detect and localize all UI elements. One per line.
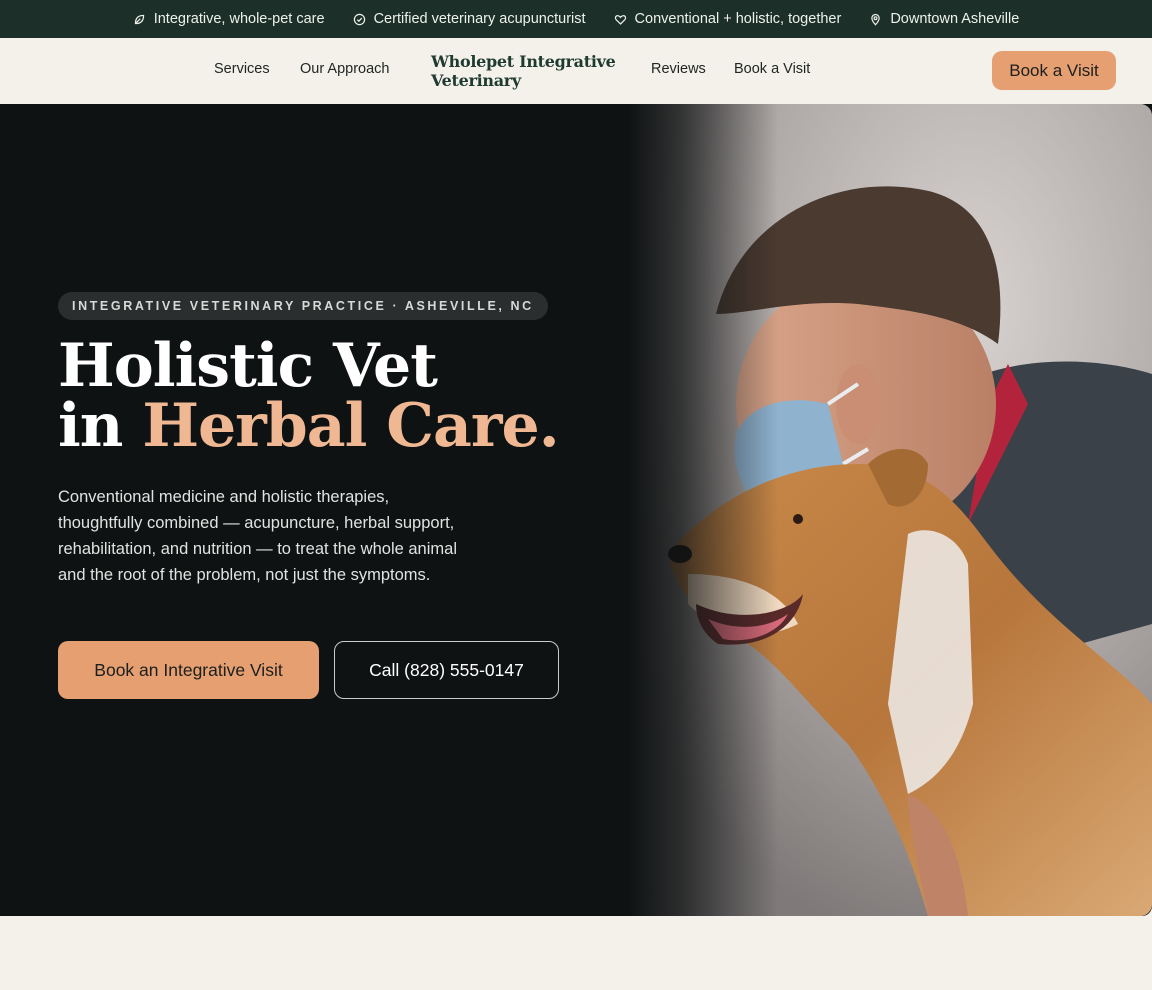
book-visit-button[interactable]: Book a Visit bbox=[992, 51, 1116, 90]
call-phone-button[interactable]: Call (828) 555-0147 bbox=[334, 641, 559, 699]
nav-link-services[interactable]: Services bbox=[214, 61, 270, 77]
map-pin-icon bbox=[871, 13, 881, 26]
announcement-label: Conventional + holistic, together bbox=[634, 11, 842, 27]
announcement-label: Integrative, whole-pet care bbox=[153, 11, 325, 27]
brand-logo[interactable]: Wholepet Integrative Veterinary bbox=[431, 52, 621, 90]
announcement-item: Downtown Asheville bbox=[869, 11, 1019, 27]
announcement-bar: Integrative, whole-pet care Certified ve… bbox=[0, 0, 1152, 38]
nav-link-book-a-visit[interactable]: Book a Visit bbox=[734, 61, 810, 77]
check-circle-icon bbox=[353, 13, 365, 25]
brand-name-line2: Veterinary bbox=[431, 71, 521, 90]
vet-with-dog-photo bbox=[628, 104, 1152, 916]
main-nav: Services Our Approach Wholepet Integrati… bbox=[0, 38, 1152, 104]
headline-in: in bbox=[58, 391, 123, 461]
hero-section: INTEGRATIVE VETERINARY PRACTICE · ASHEVI… bbox=[0, 104, 1152, 916]
headline-accent: Herbal Care. bbox=[142, 391, 559, 461]
brand-name-line1: Wholepet Integrative bbox=[431, 52, 616, 71]
hero-eyebrow-badge: INTEGRATIVE VETERINARY PRACTICE · ASHEVI… bbox=[58, 292, 548, 320]
announcement-label: Certified veterinary acupuncturist bbox=[373, 11, 586, 27]
nav-link-our-approach[interactable]: Our Approach bbox=[300, 61, 389, 77]
hero-description: Conventional medicine and holistic thera… bbox=[58, 488, 457, 584]
announcement-item: Certified veterinary acupuncturist bbox=[353, 11, 586, 27]
photo-fade-overlay bbox=[628, 104, 778, 916]
announcement-item: Integrative, whole-pet care bbox=[133, 11, 325, 27]
nav-link-reviews[interactable]: Reviews bbox=[651, 61, 706, 77]
announcement-item: Conventional + holistic, together bbox=[614, 11, 842, 27]
hero-headline: Holistic Vet in Herbal Care. bbox=[58, 336, 560, 456]
announcement-label: Downtown Asheville bbox=[890, 11, 1020, 27]
heart-icon bbox=[614, 14, 626, 25]
book-integrative-visit-button[interactable]: Book an Integrative Visit bbox=[58, 641, 319, 699]
leaf-icon bbox=[134, 14, 144, 24]
